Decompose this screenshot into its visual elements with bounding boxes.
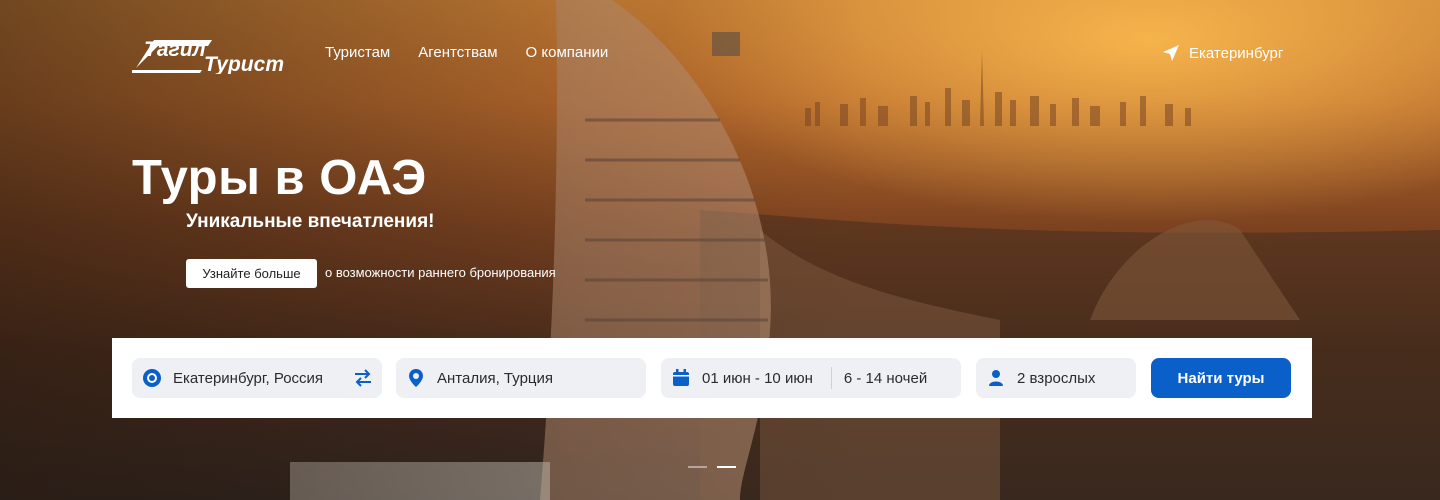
departure-city-value: Екатеринбург, Россия [173, 369, 324, 387]
hero-overlay [0, 0, 1440, 500]
slider-indicators [688, 466, 736, 468]
person-icon [989, 370, 1003, 386]
dates-field[interactable]: 01 июн - 10 июн 6 - 14 ночей [661, 358, 961, 398]
destination-value: Анталия, Турция [437, 369, 554, 387]
guests-field[interactable]: 2 взрослых [976, 358, 1136, 398]
svg-text:Турист: Турист [204, 53, 284, 74]
field-divider [830, 367, 832, 389]
tour-search-panel: Екатеринбург, Россия Анталия, Турция 01 … [112, 338, 1312, 418]
guests-value: 2 взрослых [1017, 369, 1096, 387]
slider-dot-active[interactable] [717, 466, 736, 468]
hero-banner: Тагил Турист Туристам Агентствам О компа… [0, 0, 1440, 500]
departure-city-field[interactable]: Екатеринбург, Россия [132, 358, 382, 398]
svg-text:Тагил: Тагил [144, 38, 206, 61]
main-nav: Туристам Агентствам О компании [325, 44, 608, 61]
nav-item-agencies[interactable]: Агентствам [418, 44, 497, 61]
calendar-icon [673, 369, 689, 386]
swap-arrows-icon[interactable] [352, 367, 374, 389]
map-pin-icon [409, 369, 423, 387]
city-selector[interactable]: Екатеринбург [1162, 44, 1283, 62]
hero-subtitle: Уникальные впечатления! [186, 211, 435, 232]
nav-item-tourists[interactable]: Туристам [325, 44, 390, 61]
slider-dot[interactable] [688, 466, 707, 468]
nav-item-about[interactable]: О компании [526, 44, 609, 61]
nights-value[interactable]: 6 - 14 ночей [844, 370, 927, 387]
radio-location-icon [143, 369, 161, 387]
destination-field[interactable]: Анталия, Турция [396, 358, 646, 398]
dates-value: 01 июн - 10 июн [702, 369, 813, 387]
find-tours-button[interactable]: Найти туры [1151, 358, 1291, 398]
learn-more-button[interactable]: Узнайте больше [186, 259, 317, 288]
location-arrow-icon [1163, 45, 1179, 61]
tagil-tourist-logo[interactable]: Тагил Турист [132, 30, 294, 74]
city-name: Екатеринбург [1189, 44, 1284, 62]
page-title: Туры в ОАЭ [132, 151, 427, 205]
early-booking-text: о возможности раннего бронирования [325, 265, 556, 280]
